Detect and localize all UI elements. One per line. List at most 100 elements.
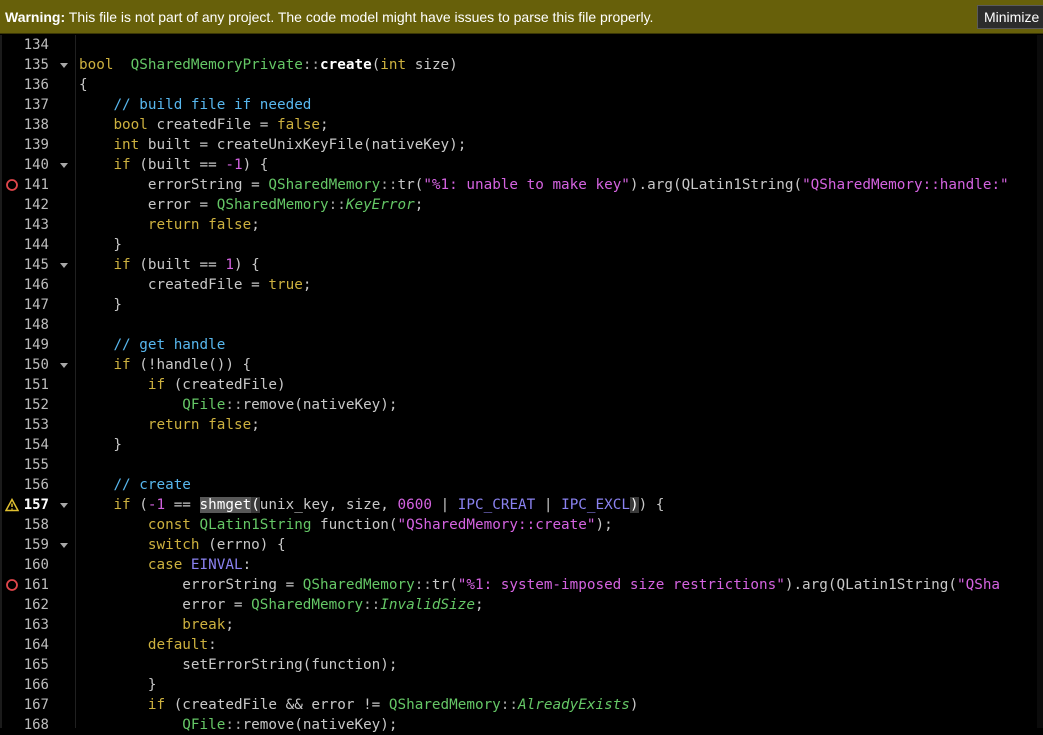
code-text: const QLatin1String function("QSharedMem… — [79, 515, 613, 535]
code-line[interactable]: 141 errorString = QSharedMemory::tr("%1:… — [0, 175, 1043, 195]
warning-text: This file is not part of any project. Th… — [65, 9, 654, 25]
code-line[interactable]: 145 if (built == 1) { — [0, 255, 1043, 275]
code-text: default: — [79, 635, 217, 655]
code-line[interactable]: 143 return false; — [0, 215, 1043, 235]
code-token: // create — [113, 477, 191, 493]
fold-arrow-icon[interactable] — [60, 63, 68, 68]
code-token: built = createUnixKeyFile(nativeKey); — [139, 137, 467, 153]
line-number: 165 — [23, 657, 49, 673]
code-line[interactable]: 168 QFile::remove(nativeKey); — [0, 715, 1043, 735]
code-token: ); — [595, 517, 613, 533]
code-line[interactable]: 137 // build file if needed — [0, 95, 1043, 115]
minimize-button[interactable]: Minimize — [977, 5, 1043, 29]
code-token: QSharedMemory — [302, 577, 415, 593]
code-text: errorString = QSharedMemory::tr("%1: una… — [79, 175, 1009, 195]
code-line[interactable]: 144 } — [0, 235, 1043, 255]
code-token: int — [113, 137, 140, 153]
code-line[interactable]: 136 { — [0, 75, 1043, 95]
code-text: } — [79, 295, 122, 315]
code-line[interactable]: 157 if (-1 == shmget(unix_key, size, 060… — [0, 495, 1043, 515]
code-line[interactable]: 135 bool QSharedMemoryPrivate::create(int… — [0, 55, 1043, 75]
code-line[interactable]: 164 default: — [0, 635, 1043, 655]
line-number: 166 — [23, 677, 49, 693]
line-number: 146 — [23, 277, 49, 293]
code-line[interactable]: 142 error = QSharedMemory::KeyError; — [0, 195, 1043, 215]
code-line[interactable]: 161 errorString = QSharedMemory::tr("%1:… — [0, 575, 1043, 595]
breakpoint-icon[interactable] — [5, 578, 19, 592]
line-number: 145 — [23, 257, 49, 273]
line-number: 140 — [23, 157, 49, 173]
code-token: :: — [328, 197, 346, 213]
line-number: 158 — [23, 517, 49, 533]
code-line[interactable]: 166 } — [0, 675, 1043, 695]
code-line[interactable]: 167 if (createdFile && error != QSharedM… — [0, 695, 1043, 715]
code-line[interactable]: 163 break; — [0, 615, 1043, 635]
code-token: ) — [629, 497, 639, 513]
fold-arrow-icon[interactable] — [60, 503, 68, 508]
code-token: IPC_CREAT — [457, 497, 536, 513]
line-number: 168 — [23, 717, 49, 733]
code-line[interactable]: 159 switch (errno) { — [0, 535, 1043, 555]
code-line[interactable]: 139 int built = createUnixKeyFile(native… — [0, 135, 1043, 155]
code-line[interactable]: 165 setErrorString(function); — [0, 655, 1043, 675]
code-token: :: — [225, 717, 243, 733]
code-line[interactable]: 160 case EINVAL: — [0, 555, 1043, 575]
code-token: (built == — [130, 257, 226, 273]
code-token: errorString = — [79, 577, 303, 593]
vertical-scrollbar[interactable] — [1037, 35, 1043, 728]
code-line[interactable]: 146 createdFile = true; — [0, 275, 1043, 295]
code-line[interactable]: 153 return false; — [0, 415, 1043, 435]
code-text: bool QSharedMemoryPrivate::create(int si… — [79, 55, 458, 75]
fold-arrow-icon[interactable] — [60, 263, 68, 268]
code-line[interactable]: 134 — [0, 35, 1043, 55]
warning-icon[interactable] — [5, 498, 19, 512]
code-line[interactable]: 138 bool createdFile = false; — [0, 115, 1043, 135]
line-number: 139 — [23, 137, 49, 153]
code-token: KeyError — [345, 197, 415, 213]
code-text: } — [79, 675, 157, 695]
code-token: size) — [406, 57, 458, 73]
code-line[interactable]: 152 QFile::remove(nativeKey); — [0, 395, 1043, 415]
line-number: 163 — [23, 617, 49, 633]
code-token: ) { — [242, 157, 269, 173]
breakpoint-icon[interactable] — [5, 178, 19, 192]
code-line[interactable]: 158 const QLatin1String function("QShare… — [0, 515, 1043, 535]
fold-arrow-icon[interactable] — [60, 163, 68, 168]
code-text: QFile::remove(nativeKey); — [79, 395, 397, 415]
code-token: :: — [363, 597, 381, 613]
fold-arrow-icon[interactable] — [60, 363, 68, 368]
code-token: :: — [380, 177, 398, 193]
fold-arrow-icon[interactable] — [60, 543, 68, 548]
code-line[interactable]: 156 // create — [0, 475, 1043, 495]
code-text: // create — [79, 475, 191, 495]
code-line[interactable]: 151 if (createdFile) — [0, 375, 1043, 395]
code-token: create — [320, 57, 372, 73]
code-token: error = — [79, 597, 252, 613]
code-token: } — [79, 677, 157, 693]
code-line[interactable]: 155 — [0, 455, 1043, 475]
code-line[interactable]: 150 if (!handle()) { — [0, 355, 1043, 375]
code-token: QFile — [182, 397, 226, 413]
line-number: 137 — [23, 97, 49, 113]
code-token: QSharedMemory — [388, 697, 501, 713]
code-line[interactable]: 148 — [0, 315, 1043, 335]
code-token: ; — [251, 217, 260, 233]
line-number: 155 — [23, 457, 49, 473]
code-line[interactable]: 162 error = QSharedMemory::InvalidSize; — [0, 595, 1043, 615]
code-text: errorString = QSharedMemory::tr("%1: sys… — [79, 575, 1000, 595]
code-token: QSharedMemory — [216, 197, 329, 213]
code-token: // get handle — [113, 337, 226, 353]
code-line[interactable]: 149 // get handle — [0, 335, 1043, 355]
code-line[interactable]: 140 if (built == -1) { — [0, 155, 1043, 175]
line-number: 152 — [23, 397, 49, 413]
code-token: "QSha — [957, 577, 1001, 593]
code-line[interactable]: 147 } — [0, 295, 1043, 315]
code-line[interactable]: 154 } — [0, 435, 1043, 455]
